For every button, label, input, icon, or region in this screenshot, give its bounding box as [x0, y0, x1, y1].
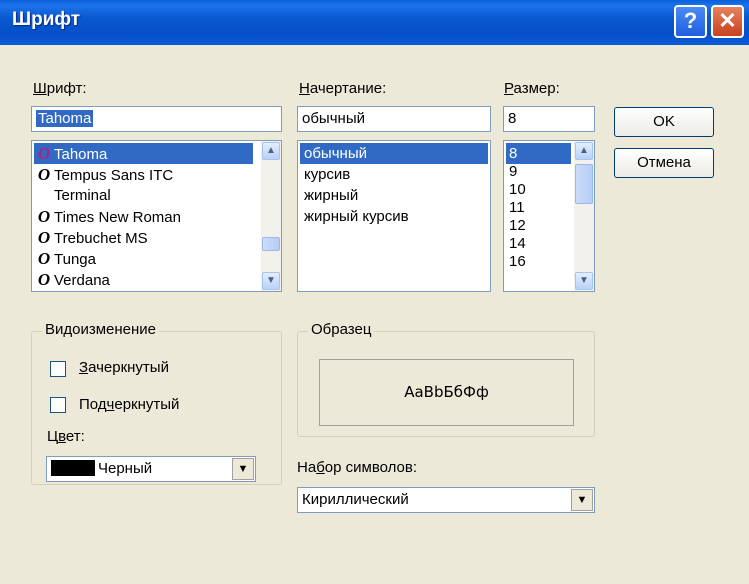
effects-legend: Видоизменение [42, 321, 160, 338]
font-list-item[interactable]: O Tunga [34, 248, 96, 269]
charset-select-value: Кириллический [302, 491, 409, 508]
font-name-value: Tahoma [36, 110, 94, 127]
close-button[interactable]: ✕ [711, 5, 744, 38]
help-button[interactable]: ? [674, 5, 707, 38]
strikeout-checkbox[interactable] [50, 361, 66, 377]
underline-label[interactable]: Подчеркнутый [79, 396, 179, 413]
opentype-font-icon: O [37, 165, 51, 184]
font-list-item[interactable]: O Tempus Sans ITC [34, 164, 173, 185]
charset-label: Набор символов: [297, 459, 418, 476]
scroll-down-icon[interactable]: ▼ [575, 272, 593, 290]
style-input[interactable]: обычный [297, 106, 491, 132]
help-icon: ? [683, 8, 698, 33]
size-label: Размер: [504, 80, 560, 97]
opentype-font-icon: O [37, 144, 51, 163]
ok-button[interactable]: OK [614, 107, 714, 137]
window-title: Шрифт [12, 9, 81, 30]
scroll-up-icon[interactable]: ▲ [575, 142, 593, 160]
size-list-scrollbar[interactable]: ▲ ▼ [574, 141, 594, 291]
style-list[interactable]: обычный курсив жирный жирный курсив [297, 140, 491, 292]
size-list-item[interactable]: 16 [506, 251, 526, 272]
font-list-item[interactable]: O Verdana [34, 269, 110, 290]
style-list-item[interactable]: жирный [300, 185, 358, 206]
cancel-button[interactable]: Отмена [614, 148, 714, 178]
opentype-font-icon: O [37, 228, 51, 247]
scroll-thumb[interactable] [262, 237, 280, 251]
charset-select[interactable]: Кириллический ▼ [297, 487, 595, 513]
style-list-item[interactable]: жирный курсив [300, 206, 409, 227]
color-swatch [51, 460, 95, 476]
color-select-value: Черный [98, 460, 153, 477]
font-name-input[interactable]: Tahoma [31, 106, 282, 132]
font-list[interactable]: O Tahoma O Tempus Sans ITC Terminal O Times… [31, 140, 282, 292]
scroll-up-icon[interactable]: ▲ [262, 142, 280, 160]
opentype-font-icon: O [37, 207, 51, 226]
scroll-thumb[interactable] [575, 164, 593, 204]
title-bar[interactable]: Шрифт ? ✕ [0, 0, 749, 45]
chevron-down-icon[interactable]: ▼ [571, 489, 593, 511]
style-label: Начертание: [299, 80, 387, 97]
opentype-font-icon: O [37, 270, 51, 289]
font-list-scrollbar[interactable]: ▲ ▼ [261, 141, 281, 291]
chevron-down-icon[interactable]: ▼ [232, 458, 254, 480]
font-list-item[interactable]: Terminal [34, 185, 111, 206]
sample-legend: Образец [308, 321, 375, 338]
style-list-item[interactable]: обычный [300, 143, 488, 164]
close-icon: ✕ [718, 8, 737, 33]
font-list-item[interactable]: O Tahoma [34, 143, 253, 164]
sample-preview: AaBbБбФф [319, 359, 574, 426]
opentype-font-icon: O [37, 249, 51, 268]
strikeout-label[interactable]: Зачеркнутый [79, 359, 169, 376]
size-list[interactable]: 8 9 10 11 12 14 16 ▲ ▼ [503, 140, 595, 292]
underline-checkbox[interactable] [50, 397, 66, 413]
color-select[interactable]: Черный ▼ [46, 456, 256, 482]
color-label: Цвет: [47, 428, 85, 445]
scroll-down-icon[interactable]: ▼ [262, 272, 280, 290]
font-label: Шрифт: [33, 80, 87, 97]
style-list-item[interactable]: курсив [300, 164, 350, 185]
size-input[interactable]: 8 [503, 106, 595, 132]
font-list-item[interactable]: O Times New Roman [34, 206, 181, 227]
font-list-item[interactable]: O Trebuchet MS [34, 227, 148, 248]
